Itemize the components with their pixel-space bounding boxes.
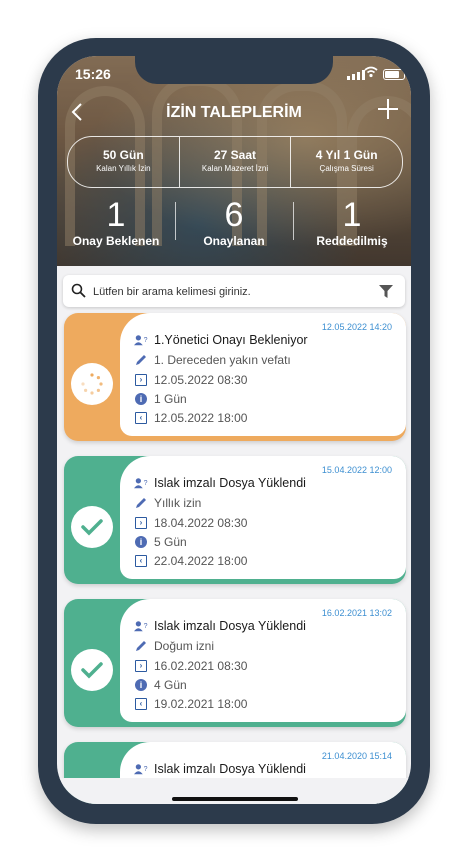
user-question-icon: ? <box>134 762 148 776</box>
svg-text:?: ? <box>144 623 148 630</box>
stat-excuse-leave: 27 Saat Kalan Mazeret İzni <box>178 137 291 187</box>
request-status: 1.Yönetici Onayı Bekleniyor <box>154 333 308 347</box>
status-indicator <box>71 363 113 405</box>
user-question-icon: ? <box>134 333 148 347</box>
spinner-icon <box>81 373 103 395</box>
duration: 4 Gün <box>154 678 187 692</box>
svg-text:?: ? <box>144 480 148 487</box>
search-bar <box>63 275 405 309</box>
duration: 1 Gün <box>154 392 187 406</box>
svg-text:?: ? <box>144 337 148 344</box>
request-date: 12.05.2022 14:20 <box>321 322 392 332</box>
status-time: 15:26 <box>75 66 111 82</box>
start-icon: › <box>134 373 148 387</box>
pen-icon <box>134 496 148 510</box>
signal-icon <box>347 70 365 80</box>
request-status: Islak imzalı Dosya Yüklendi <box>154 476 306 490</box>
count-rejected[interactable]: 1 Reddedilmiş <box>293 196 411 256</box>
user-question-icon: ? <box>134 619 148 633</box>
search-icon <box>71 283 86 298</box>
end-icon: ‹ <box>134 697 148 711</box>
battery-icon <box>383 69 405 80</box>
leave-type: 1. Dereceden yakın vefatı <box>154 353 291 367</box>
count-pending[interactable]: 1 Onay Beklenen <box>57 196 175 256</box>
type-row: Doğum izni <box>134 639 214 653</box>
info-icon: i <box>134 392 148 406</box>
check-icon <box>81 519 103 536</box>
stat-annual-leave: 50 Gün Kalan Yıllık İzin <box>96 148 151 173</box>
page-title: İZİN TALEPLERİM <box>166 104 302 121</box>
pen-icon <box>134 639 148 653</box>
start-date: 12.05.2022 08:30 <box>154 373 248 387</box>
wifi-icon <box>364 66 378 78</box>
plus-icon <box>378 99 398 119</box>
end-icon: ‹ <box>134 411 148 425</box>
end-row: ‹ 12.05.2022 18:00 <box>134 411 247 425</box>
request-status: Islak imzalı Dosya Yüklendi <box>154 619 306 633</box>
end-date: 19.02.2021 18:00 <box>154 697 248 711</box>
duration: 5 Gün <box>154 535 187 549</box>
user-question-icon: ? <box>134 476 148 490</box>
count-approved[interactable]: 6 Onaylanan <box>175 196 293 256</box>
search-input[interactable] <box>91 275 375 309</box>
duration-row: i 4 Gün <box>134 678 187 692</box>
status-row: ? 1.Yönetici Onayı Bekleniyor <box>134 333 308 347</box>
start-row: › 18.04.2022 08:30 <box>134 516 247 530</box>
end-row: ‹ 19.02.2021 18:00 <box>134 697 247 711</box>
start-row: › 12.05.2022 08:30 <box>134 373 247 387</box>
summary-stats: 50 Gün Kalan Yıllık İzin 27 Saat Kalan Maz… <box>67 136 403 188</box>
request-card[interactable]: 15.04.2022 12:00 ? Islak imzalı Dosya Yü… <box>64 456 406 584</box>
end-row: ‹ 22.04.2022 18:00 <box>134 554 247 568</box>
start-date: 16.02.2021 08:30 <box>154 659 248 673</box>
info-icon: i <box>134 678 148 692</box>
svg-text:?: ? <box>144 766 148 773</box>
status-indicator <box>71 506 113 548</box>
start-icon: › <box>134 516 148 530</box>
type-row: Yıllık izin <box>134 496 201 510</box>
end-icon: ‹ <box>134 554 148 568</box>
request-date: 16.02.2021 13:02 <box>321 608 392 618</box>
request-card[interactable]: 16.02.2021 13:02 ? Islak imzalı Dosya Yü… <box>64 599 406 727</box>
end-date: 22.04.2022 18:00 <box>154 554 248 568</box>
start-date: 18.04.2022 08:30 <box>154 516 248 530</box>
request-counts: 1 Onay Beklenen 6 Onaylanan 1 Reddedilmiş <box>57 196 411 256</box>
leave-type: Doğum izni <box>154 639 215 653</box>
request-card[interactable]: 12.05.2022 14:20 ? 1.Yönetici Onayı Bekl… <box>64 313 406 441</box>
filter-icon[interactable] <box>379 285 393 298</box>
end-date: 12.05.2022 18:00 <box>154 411 248 425</box>
stat-work-duration: 4 Yıl 1 Gün Çalışma Süresi <box>290 137 402 187</box>
add-request-button[interactable] <box>377 96 399 126</box>
info-icon: i <box>134 535 148 549</box>
status-row: ? Islak imzalı Dosya Yüklendi <box>134 762 306 776</box>
start-icon: › <box>134 659 148 673</box>
status-indicator <box>71 649 113 691</box>
start-row: › 16.02.2021 08:30 <box>134 659 247 673</box>
duration-row: i 1 Gün <box>134 392 187 406</box>
request-date: 15.04.2022 12:00 <box>321 465 392 475</box>
check-icon <box>81 662 103 679</box>
home-indicator[interactable] <box>172 797 298 801</box>
status-row: ? Islak imzalı Dosya Yüklendi <box>134 619 306 633</box>
pen-icon <box>134 353 148 367</box>
notch <box>135 56 333 84</box>
type-row: 1. Dereceden yakın vefatı <box>134 353 291 367</box>
request-date: 21.04.2020 15:14 <box>321 751 392 761</box>
request-status: Islak imzalı Dosya Yüklendi <box>154 762 306 776</box>
duration-row: i 5 Gün <box>134 535 187 549</box>
app-screen: 15:26 İZİN TALEPLERİM 50 Gün Kalan Yıllık… <box>57 56 411 804</box>
status-row: ? Islak imzalı Dosya Yüklendi <box>134 476 306 490</box>
leave-type: Yıllık izin <box>154 496 202 510</box>
